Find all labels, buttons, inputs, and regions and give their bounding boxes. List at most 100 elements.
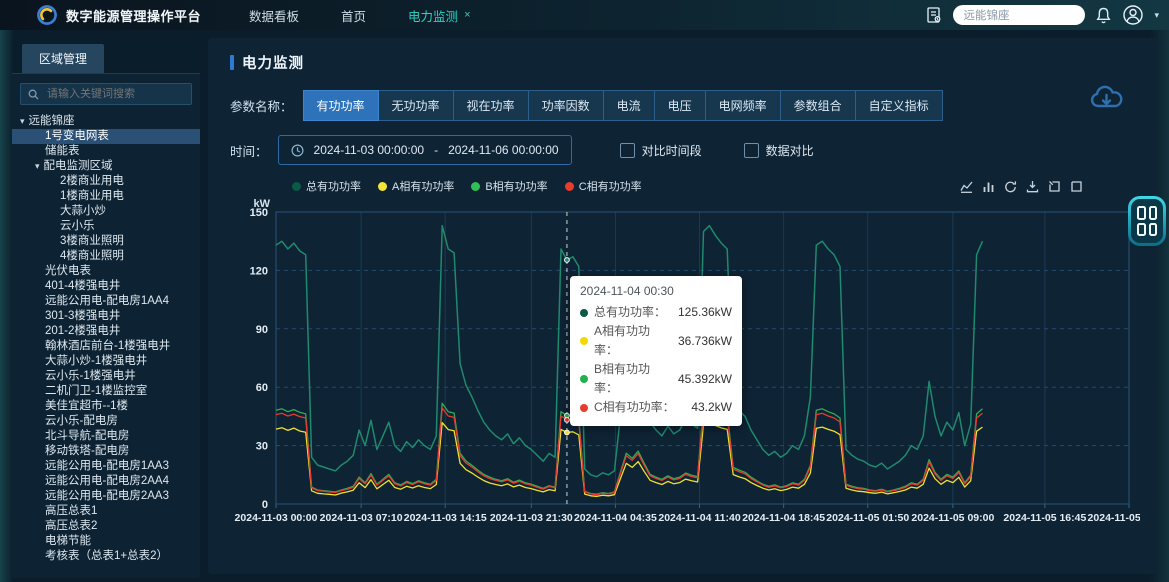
legend-dot — [565, 182, 574, 191]
chart-area[interactable]: 2024-11-03 00:002024-11-03 07:102024-11-… — [230, 198, 1153, 550]
tree-item-label: 大蒜小炒 — [60, 204, 106, 219]
svg-text:2024-11-03 00:00: 2024-11-03 00:00 — [235, 512, 318, 524]
param-button-5[interactable]: 电压 — [654, 90, 706, 121]
tooltip-series-dot — [580, 375, 588, 383]
tree-item-label: 储能表 — [45, 144, 80, 159]
apps-grid-icon — [1131, 199, 1163, 243]
tree-item-5[interactable]: 1楼商业用电 — [12, 189, 200, 204]
tree-item-14[interactable]: 201-2楼强电井 — [12, 324, 200, 339]
data-compare-checkbox-box[interactable] — [744, 143, 759, 158]
svg-text:2024-11-05 09:00: 2024-11-05 09:00 — [911, 512, 994, 524]
param-button-0[interactable]: 有功功率 — [303, 90, 379, 121]
tree-item-18[interactable]: 二机门卫-1楼监控室 — [12, 384, 200, 399]
tooltip-series-value: 43.2kW — [691, 398, 732, 417]
tree-item-label: 301-3楼强电井 — [45, 309, 120, 324]
svg-text:kW: kW — [254, 198, 271, 210]
legend-item-0[interactable]: 总有功功率 — [292, 178, 361, 194]
nav-item-dashboard[interactable]: 数据看板 — [249, 6, 299, 25]
bell-icon[interactable] — [1095, 6, 1112, 24]
tree-item-label: 配电监测区域 — [44, 159, 113, 174]
data-zoom-icon[interactable] — [1048, 180, 1061, 193]
time-label: 时间： — [230, 141, 268, 160]
tree-item-label: 远能公用电-配电房2AA3 — [45, 489, 169, 504]
legend-item-3[interactable]: C相有功功率 — [565, 178, 642, 194]
tree-item-7[interactable]: 云小乐 — [12, 219, 200, 234]
tree-item-23[interactable]: 远能公用电-配电房1AA3 — [12, 459, 200, 474]
bar-chart-icon[interactable] — [982, 180, 995, 193]
tree-item-13[interactable]: 301-3楼强电井 — [12, 309, 200, 324]
tree-item-17[interactable]: 云小乐-1楼强电井 — [12, 369, 200, 384]
tree-item-15[interactable]: 翰林酒店前台-1楼强电井 — [12, 339, 200, 354]
tree-item-4[interactable]: 2楼商业用电 — [12, 174, 200, 189]
tree-item-6[interactable]: 大蒜小炒 — [12, 204, 200, 219]
param-button-1[interactable]: 无功功率 — [378, 90, 454, 121]
caret-down-icon[interactable]: ▾ — [20, 114, 25, 129]
svg-text:60: 60 — [256, 382, 268, 394]
tooltip-title: 2024-11-04 00:30 — [580, 284, 732, 298]
caret-down-icon[interactable]: ▾ — [35, 159, 40, 174]
tooltip-series-label: A相有功功率： — [594, 322, 672, 360]
tree-item-16[interactable]: 大蒜小炒-1楼强电井 — [12, 354, 200, 369]
tree-item-2[interactable]: 储能表 — [12, 144, 200, 159]
legend-label: B相有功功率 — [485, 178, 547, 194]
restore-icon[interactable] — [1004, 180, 1017, 193]
topbar: 数字能源管理操作平台 数据看板 首页 电力监测 × — [0, 0, 1169, 30]
param-button-3[interactable]: 功率因数 — [528, 90, 604, 121]
compare-period-checkbox-box[interactable] — [620, 143, 635, 158]
download-image-icon[interactable] — [1026, 180, 1039, 193]
close-icon[interactable]: × — [464, 10, 470, 21]
nav-item-home[interactable]: 首页 — [341, 6, 366, 25]
report-icon[interactable] — [925, 6, 943, 24]
param-button-2[interactable]: 视在功率 — [453, 90, 529, 121]
checkbox-compare-period[interactable]: 对比时间段 — [620, 142, 702, 159]
param-button-7[interactable]: 参数组合 — [780, 90, 856, 121]
legend-label: 总有功功率 — [306, 178, 361, 194]
apps-grid-button[interactable] — [1128, 196, 1166, 246]
time-row: 时间： 2024-11-03 00:00:00 - 2024-11-06 00:… — [230, 135, 1157, 165]
tooltip-series-label: B相有功功率： — [594, 360, 672, 398]
tree-item-22[interactable]: 移动铁塔-配电房 — [12, 444, 200, 459]
tree-search[interactable] — [20, 83, 192, 105]
station-search-input[interactable] — [953, 5, 1085, 25]
tree-item-10[interactable]: 光伏电表 — [12, 264, 200, 279]
tree-item-12[interactable]: 远能公用电-配电房1AA4 — [12, 294, 200, 309]
cloud-download-icon[interactable] — [1089, 84, 1125, 117]
legend-item-1[interactable]: A相有功功率 — [378, 178, 454, 194]
tree-item-24[interactable]: 远能公用电-配电房2AA4 — [12, 474, 200, 489]
tree-item-9[interactable]: 4楼商业照明 — [12, 249, 200, 264]
tree-item-21[interactable]: 北斗导航-配电房 — [12, 429, 200, 444]
tree-item-0[interactable]: ▾远能锦座 — [12, 114, 200, 129]
svg-text:2024-11-03 14:15: 2024-11-03 14:15 — [404, 512, 487, 524]
tree-item-8[interactable]: 3楼商业照明 — [12, 234, 200, 249]
tree-search-input[interactable] — [45, 87, 184, 101]
app-logo-icon — [36, 4, 58, 26]
zoom-reset-icon[interactable] — [1070, 180, 1083, 193]
tree-item-26[interactable]: 高压总表1 — [12, 504, 200, 519]
tree-item-label: 翰林酒店前台-1楼强电井 — [45, 339, 170, 354]
checkbox-data-compare[interactable]: 数据对比 — [744, 142, 814, 159]
line-chart-icon[interactable] — [960, 180, 973, 193]
tree-item-28[interactable]: 电梯节能 — [12, 534, 200, 549]
tree-item-11[interactable]: 401-4楼强电井 — [12, 279, 200, 294]
tree-item-29[interactable]: 考核表（总表1+总表2） — [12, 549, 200, 564]
tree-item-1[interactable]: 1号变电网表 — [12, 129, 200, 144]
avatar-icon[interactable] — [1122, 4, 1144, 26]
tree-item-19[interactable]: 美佳宜超市--1楼 — [12, 399, 200, 414]
tree-item-3[interactable]: ▾ 配电监测区域 — [12, 159, 200, 174]
tree-item-20[interactable]: 云小乐-配电房 — [12, 414, 200, 429]
tab-region-management[interactable]: 区域管理 — [22, 44, 104, 73]
param-button-8[interactable]: 自定义指标 — [855, 90, 943, 121]
tree-item-label: 移动铁塔-配电房 — [45, 444, 129, 459]
tree-item-label: 远能公用电-配电房1AA3 — [45, 459, 169, 474]
tree-item-27[interactable]: 高压总表2 — [12, 519, 200, 534]
chevron-down-icon[interactable]: ▾ — [1154, 10, 1159, 21]
time-range-input[interactable]: 2024-11-03 00:00:00 - 2024-11-06 00:00:0… — [278, 135, 572, 165]
svg-text:2024-11-04 18:45: 2024-11-04 18:45 — [742, 512, 825, 524]
param-button-4[interactable]: 电流 — [603, 90, 655, 121]
tree-item-label: 远能公用电-配电房2AA4 — [45, 474, 169, 489]
tab-power-monitoring[interactable]: 电力监测 × — [408, 6, 470, 25]
legend-label: A相有功功率 — [392, 178, 454, 194]
param-button-6[interactable]: 电网频率 — [705, 90, 781, 121]
tree-item-25[interactable]: 远能公用电-配电房2AA3 — [12, 489, 200, 504]
legend-item-2[interactable]: B相有功功率 — [471, 178, 547, 194]
